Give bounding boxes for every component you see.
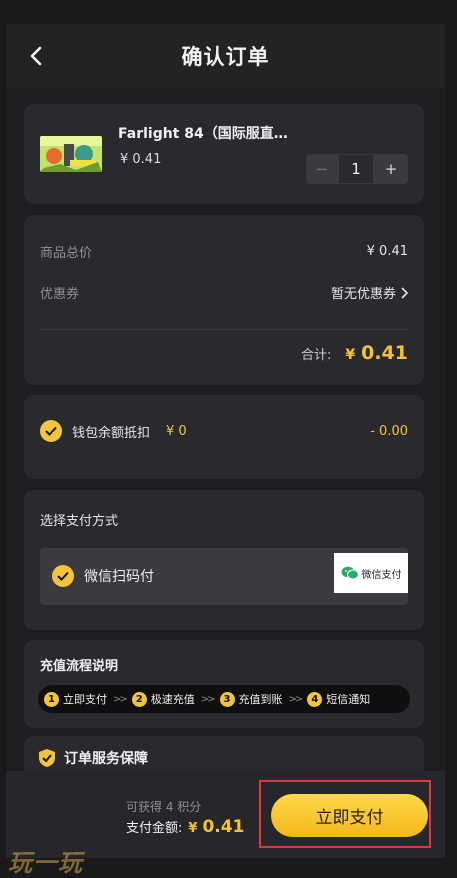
flow-step: 2 极速充值: [131, 691, 195, 707]
flow-title: 充值流程说明: [40, 659, 119, 674]
chevron-right-icon: [401, 286, 408, 299]
shield-check-icon: [39, 749, 55, 767]
pay-amount-currency: ¥: [188, 821, 198, 836]
order-page: 确认订单 Farlight 84（国际服直… ¥ 0.41 − 1 + 商品总价: [6, 24, 445, 858]
wallet-label: 钱包余额抵扣: [72, 425, 151, 441]
step-separator: >>: [113, 693, 128, 705]
total-row: 合计: ¥0.41: [301, 342, 408, 364]
watermark-logo: 玩一玩: [8, 849, 83, 877]
flow-step: 1 立即支付: [44, 691, 107, 707]
step-separator: >>: [200, 693, 216, 705]
flow-step: 4 短信通知: [307, 691, 370, 707]
guarantee-title: 订单服务保障: [64, 751, 148, 767]
wallet-balance: ¥ 0: [166, 423, 187, 439]
step-number: 3: [219, 691, 235, 707]
coupon-label: 优惠券: [40, 287, 80, 302]
check-icon[interactable]: [40, 420, 62, 442]
flow-steps: 1 立即支付 >> 2 极速充值 >> 3 充值到账 >> 4 短信通知: [38, 685, 410, 713]
step-label: 立即支付: [63, 693, 107, 706]
total-amount: 0.41: [361, 342, 408, 364]
wechat-pay-logo: 微信支付: [334, 553, 408, 593]
recharge-flow-card: 充值流程说明 1 立即支付 >> 2 极速充值 >> 3 充值到账 >> 4 短…: [24, 640, 424, 728]
step-label: 短信通知: [326, 693, 371, 706]
coupon-value: 暂无优惠券: [330, 287, 396, 302]
step-label: 充值到账: [238, 693, 283, 706]
wallet-row: 钱包余额抵扣 ¥ 0: [40, 420, 187, 442]
step-number: 4: [307, 691, 323, 707]
pay-amount: 支付金额: ¥0.41: [126, 817, 244, 837]
check-icon: [52, 565, 74, 587]
wallet-deduction-card[interactable]: 钱包余额抵扣 ¥ 0 - 0.00: [24, 395, 424, 479]
divider: [40, 329, 408, 330]
quantity-input[interactable]: 1: [338, 154, 374, 184]
subtotal-row: 商品总价 ¥ 0.41: [40, 242, 408, 261]
increment-button[interactable]: +: [374, 154, 408, 184]
total-value: ¥0.41: [345, 342, 408, 364]
wechat-pay-text: 微信支付: [361, 569, 402, 581]
product-card: Farlight 84（国际服直… ¥ 0.41 − 1 +: [24, 104, 424, 204]
back-icon: [30, 46, 42, 66]
step-label: 极速充值: [150, 693, 195, 706]
page-title: 确认订单: [181, 45, 270, 69]
total-currency: ¥: [345, 347, 356, 363]
step-number: 2: [131, 691, 147, 707]
wechat-pay-icon: [341, 566, 359, 580]
pay-amount-number: 0.41: [202, 817, 245, 837]
decrement-button[interactable]: −: [306, 154, 338, 184]
payment-method-label: 微信扫码付: [84, 569, 154, 585]
subtotal-label: 商品总价: [40, 246, 93, 261]
product-name: Farlight 84（国际服直…: [118, 126, 288, 142]
product-thumbnail: [40, 136, 102, 172]
total-label: 合计:: [300, 348, 332, 363]
header: 确认订单: [6, 24, 445, 88]
step-number: 1: [44, 691, 59, 707]
back-button[interactable]: [24, 44, 48, 68]
pay-amount-label: 支付金额:: [126, 821, 183, 836]
price-summary-card: 商品总价 ¥ 0.41 优惠券 暂无优惠券 合计: ¥0.41: [24, 215, 424, 385]
guarantee-row: 订单服务保障: [38, 748, 148, 768]
payment-option-row: 微信扫码付: [52, 565, 154, 587]
step-separator: >>: [288, 693, 304, 705]
coupon-selector[interactable]: 暂无优惠券: [331, 283, 408, 302]
product-price: ¥ 0.41: [120, 152, 162, 167]
subtotal-value: ¥ 0.41: [366, 244, 408, 259]
flow-step: 3 充值到账: [219, 691, 283, 707]
wallet-deduction: - 0.00: [370, 424, 408, 439]
coupon-row[interactable]: 优惠券 暂无优惠券: [40, 283, 408, 302]
points-earned: 可获得 4 积分: [126, 800, 202, 814]
pay-now-button[interactable]: 立即支付: [271, 794, 428, 837]
payment-method-card: 选择支付方式 微信扫码付 微信支付: [24, 490, 424, 630]
pay-amount-value: ¥0.41: [188, 817, 244, 837]
payment-title: 选择支付方式: [40, 514, 119, 529]
quantity-stepper: − 1 +: [306, 154, 408, 184]
payment-option-wechat[interactable]: 微信扫码付 微信支付: [40, 548, 408, 605]
